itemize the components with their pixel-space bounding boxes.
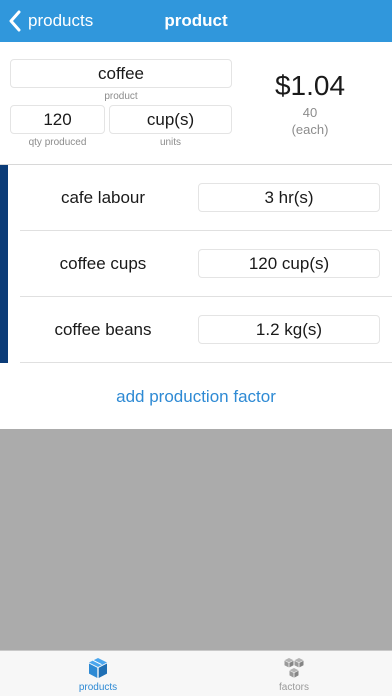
factor-color-bar: [0, 165, 8, 231]
chevron-left-icon: [9, 10, 21, 32]
empty-area: [0, 429, 392, 650]
factor-name: coffee cups: [59, 254, 147, 273]
back-button[interactable]: products: [8, 0, 93, 42]
product-name-caption: product: [104, 91, 138, 102]
factor-qty-field[interactable]: 1.2 kg(s): [198, 315, 380, 344]
box-icon: [89, 658, 107, 678]
product-name-field[interactable]: coffee: [10, 59, 232, 88]
tab-factors[interactable]: factors: [196, 651, 392, 696]
qty-produced-caption: qty produced: [28, 137, 87, 148]
unit-price: $1.04: [274, 70, 346, 101]
factor-name: cafe labour: [60, 188, 146, 207]
nav-bar: products product: [0, 0, 392, 42]
back-button-label: products: [28, 11, 94, 30]
qty-produced-field[interactable]: 120: [10, 105, 105, 134]
tab-factors-label: factors: [278, 682, 309, 693]
price-each-label: (each): [291, 122, 329, 137]
factor-row[interactable]: coffee cups 120 cup(s): [0, 231, 392, 297]
units-caption: units: [159, 137, 182, 148]
price-basis: 40: [302, 105, 318, 120]
tab-products-label: products: [78, 682, 118, 693]
factor-color-bar: [0, 297, 8, 363]
row-divider: [20, 362, 392, 363]
tab-bar: products factors: [0, 650, 392, 696]
screen: products product coffee product 120 qty …: [0, 0, 392, 696]
factor-row[interactable]: coffee beans 1.2 kg(s): [0, 297, 392, 363]
factor-name: coffee beans: [54, 320, 152, 339]
factor-qty-field[interactable]: 3 hr(s): [198, 183, 380, 212]
boxes-icon: [284, 658, 304, 678]
units-field[interactable]: cup(s): [109, 105, 232, 134]
add-production-factor-button[interactable]: add production factor: [0, 378, 392, 416]
tab-products[interactable]: products: [0, 651, 196, 696]
factor-qty-field[interactable]: 120 cup(s): [198, 249, 380, 278]
factor-color-bar: [0, 231, 8, 297]
factor-row[interactable]: cafe labour 3 hr(s): [0, 165, 392, 231]
